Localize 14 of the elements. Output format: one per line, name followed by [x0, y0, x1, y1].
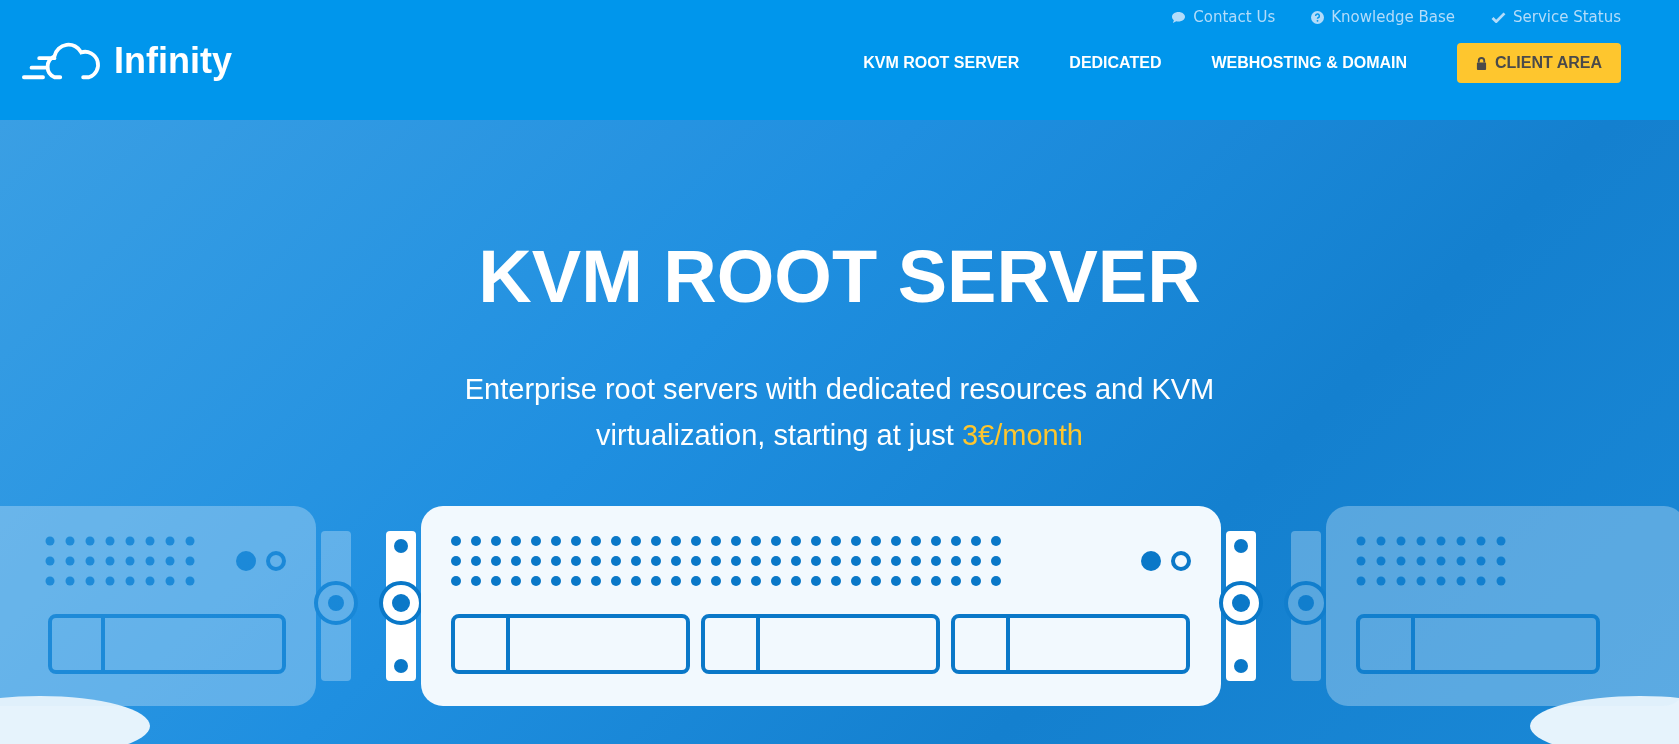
hero-subtitle: Enterprise root servers with dedicated resources and KVM virtualization, starting at just 3€/month: [463, 372, 1216, 453]
brand-name: Infinity: [114, 40, 232, 82]
help-icon: [1311, 10, 1325, 24]
hero-title: KVM ROOT SERVER: [478, 240, 1201, 314]
nav-link[interactable]: WEBHOSTING & DOMAIN: [1211, 54, 1408, 72]
top-link[interactable]: Service Status: [1491, 6, 1621, 28]
top-link[interactable]: Contact Us: [1171, 6, 1276, 28]
lock-icon: [1476, 56, 1488, 70]
top-link[interactable]: Knowledge Base: [1311, 6, 1455, 28]
nav-link[interactable]: KVM ROOT SERVER: [863, 54, 1020, 72]
nav-link[interactable]: DEDICATED: [1069, 54, 1162, 72]
client-area-button[interactable]: CLIENT AREA: [1457, 43, 1621, 83]
chat-icon: [1171, 10, 1187, 24]
check-icon: [1491, 11, 1506, 23]
